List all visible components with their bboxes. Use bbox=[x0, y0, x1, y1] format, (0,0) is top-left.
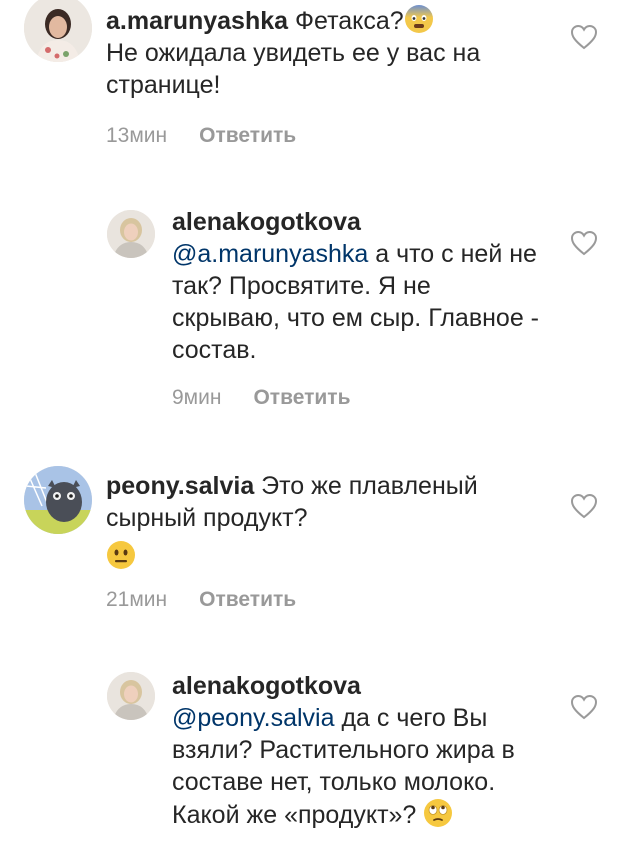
avatar-image bbox=[24, 466, 92, 534]
comment-meta: 21мин Ответить bbox=[106, 588, 296, 612]
timestamp: 13мин bbox=[106, 124, 168, 147]
username[interactable]: peony.salvia bbox=[106, 472, 254, 500]
comment-text: alenakogotkova @a.marunyashka а что с не… bbox=[172, 206, 542, 366]
username[interactable]: alenakogotkova bbox=[172, 672, 361, 700]
avatar[interactable] bbox=[107, 210, 155, 258]
comment-text: alenakogotkova @peony.salvia да с чего В… bbox=[172, 670, 552, 831]
neutral-face-emoji bbox=[107, 541, 135, 569]
avatar[interactable] bbox=[24, 0, 92, 62]
mention-link[interactable]: @a.marunyashka bbox=[172, 240, 368, 268]
reply-button[interactable]: Ответить bbox=[199, 588, 296, 611]
comment-body: Не ожидала увидеть ее у вас на странице! bbox=[106, 39, 481, 99]
avatar[interactable] bbox=[107, 672, 155, 720]
avatar[interactable] bbox=[24, 466, 92, 534]
mention-link[interactable]: @peony.salvia bbox=[172, 704, 335, 732]
heart-outline-icon[interactable] bbox=[570, 24, 598, 50]
avatar-image bbox=[107, 210, 155, 258]
timestamp: 21мин bbox=[106, 588, 168, 611]
username[interactable]: alenakogotkova bbox=[172, 208, 361, 236]
avatar-image bbox=[107, 672, 155, 720]
avatar-image bbox=[24, 0, 92, 62]
comment-text: peony.salvia Это же плавленый сырный про… bbox=[106, 470, 526, 573]
comment-meta: 13мин Ответить bbox=[106, 124, 296, 148]
heart-outline-icon[interactable] bbox=[570, 230, 598, 256]
heart-outline-icon[interactable] bbox=[570, 493, 598, 519]
comment-text: a.marunyashka Фетакса? Не ожидала увидет… bbox=[106, 4, 546, 101]
comment-body: Фетакса? bbox=[295, 7, 404, 35]
heart-outline-icon[interactable] bbox=[570, 694, 598, 720]
comment-meta: 9мин Ответить bbox=[172, 386, 351, 410]
timestamp: 9мин bbox=[172, 386, 222, 409]
scared-face-emoji bbox=[404, 5, 433, 33]
reply-button[interactable]: Ответить bbox=[199, 124, 296, 147]
username[interactable]: a.marunyashka bbox=[106, 7, 288, 35]
reply-button[interactable]: Ответить bbox=[253, 386, 350, 409]
eye-roll-face-emoji bbox=[424, 799, 453, 827]
